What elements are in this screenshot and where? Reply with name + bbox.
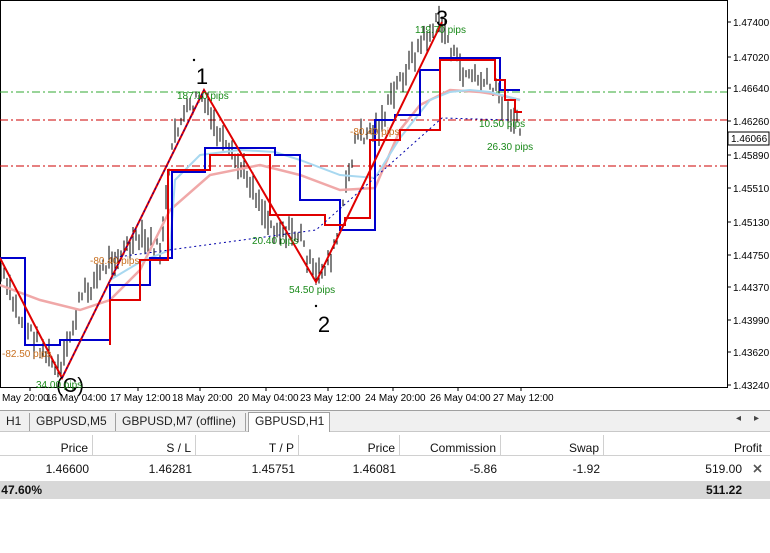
cell-commission: -5.86: [469, 462, 497, 476]
totals-row: 47.60% 511.22: [0, 481, 770, 499]
tabs-prev-icon[interactable]: ◂: [736, 413, 741, 424]
price-axis-label: 1.47400: [733, 18, 770, 29]
time-axis-label: 26 May 04:00: [430, 393, 491, 404]
price-axis-label: 1.44750: [733, 251, 770, 262]
total-margin-level: 47.60%: [1, 483, 42, 497]
wave-label-2: 2: [318, 312, 330, 337]
orders-header: Price S / L T / P Price Commission Swap …: [0, 435, 770, 456]
price-axis-label: 1.43990: [733, 316, 770, 327]
tab-h1[interactable]: H1: [0, 413, 30, 431]
time-axis-label: 20 May 04:00: [238, 393, 299, 404]
chart-canvas: 1.47400 1.47020 1.46640 1.46260 1.45890 1.455…: [0, 0, 770, 404]
moving-average-pink: [0, 88, 521, 312]
price-axis-label: 1.45890: [733, 151, 770, 162]
price-axis-label: 1.44370: [733, 283, 770, 294]
marker-dot: [314, 304, 318, 308]
pip-label: -82.50 pips: [2, 349, 51, 360]
current-price-label: 1.46066: [731, 134, 768, 145]
price-axis-label: 1.45510: [733, 184, 770, 195]
cell-price: 1.46081: [352, 462, 396, 476]
pip-label: 20.40 pips: [252, 236, 298, 247]
col-profit[interactable]: Profit: [604, 435, 766, 455]
pip-label: 34.00 pips: [36, 380, 82, 391]
tabs-next-icon[interactable]: ▸: [754, 413, 759, 424]
tab-gbpusd-m7-offline[interactable]: GBPUSD,M7 (offline): [116, 413, 246, 431]
col-commission[interactable]: Commission: [400, 435, 501, 455]
pip-label: 54.50 pips: [289, 285, 335, 296]
time-axis-label: May 20:00: [2, 393, 49, 404]
time-axis-label: 27 May 12:00: [493, 393, 554, 404]
time-axis-label: 18 May 20:00: [172, 393, 233, 404]
signal-step-line-blue: [0, 57, 520, 346]
col-sl[interactable]: S / L: [93, 435, 196, 455]
price-axis-label: 1.47020: [733, 53, 770, 64]
pip-label: -80.40 pips: [350, 127, 399, 138]
price-axis-label: 1.46260: [733, 117, 770, 128]
pip-label: 10.50 pips: [479, 119, 525, 130]
pip-label: -80.40 pips: [90, 256, 139, 267]
orders-table: Price S / L T / P Price Commission Swap …: [0, 432, 770, 553]
price-axis-label: 1.45130: [733, 218, 770, 229]
col-open-price[interactable]: Price: [0, 435, 93, 455]
time-axis-label: 24 May 20:00: [365, 393, 426, 404]
pip-label: 26.30 pips: [487, 142, 533, 153]
total-profit: 511.22: [705, 483, 742, 497]
chart-tabs-bar: H1 GBPUSD,M5 GBPUSD,M7 (offline) GBPUSD,…: [0, 410, 770, 432]
pip-label: 119.70 pips: [415, 25, 466, 36]
cell-profit: 519.00: [705, 462, 742, 476]
col-tp[interactable]: T / P: [196, 435, 299, 455]
table-row[interactable]: 1.46600 1.46281 1.45751 1.46081 -5.86 -1…: [0, 458, 770, 479]
cell-tp: 1.45751: [251, 462, 295, 476]
col-price[interactable]: Price: [299, 435, 400, 455]
cell-sl: 1.46281: [148, 462, 192, 476]
tab-gbpusd-m5[interactable]: GBPUSD,M5: [30, 413, 116, 431]
cell-swap: -1.92: [572, 462, 600, 476]
col-swap[interactable]: Swap: [501, 435, 604, 455]
wave-label-1: 1: [196, 64, 208, 89]
marker-dot: [192, 58, 196, 62]
price-axis-label: 1.43240: [733, 381, 770, 392]
pip-label: 187.10 pips: [177, 91, 229, 102]
time-axis-label: 23 May 12:00: [300, 393, 361, 404]
close-icon[interactable]: [752, 463, 763, 474]
time-axis-label: 17 May 12:00: [110, 393, 171, 404]
price-axis-label: 1.46640: [733, 84, 770, 95]
price-chart[interactable]: 1.47400 1.47020 1.46640 1.46260 1.45890 1.455…: [0, 0, 770, 410]
cell-open-price: 1.46600: [45, 462, 89, 476]
tab-gbpusd-h1[interactable]: GBPUSD,H1: [248, 412, 330, 432]
price-axis-label: 1.43620: [733, 348, 770, 359]
